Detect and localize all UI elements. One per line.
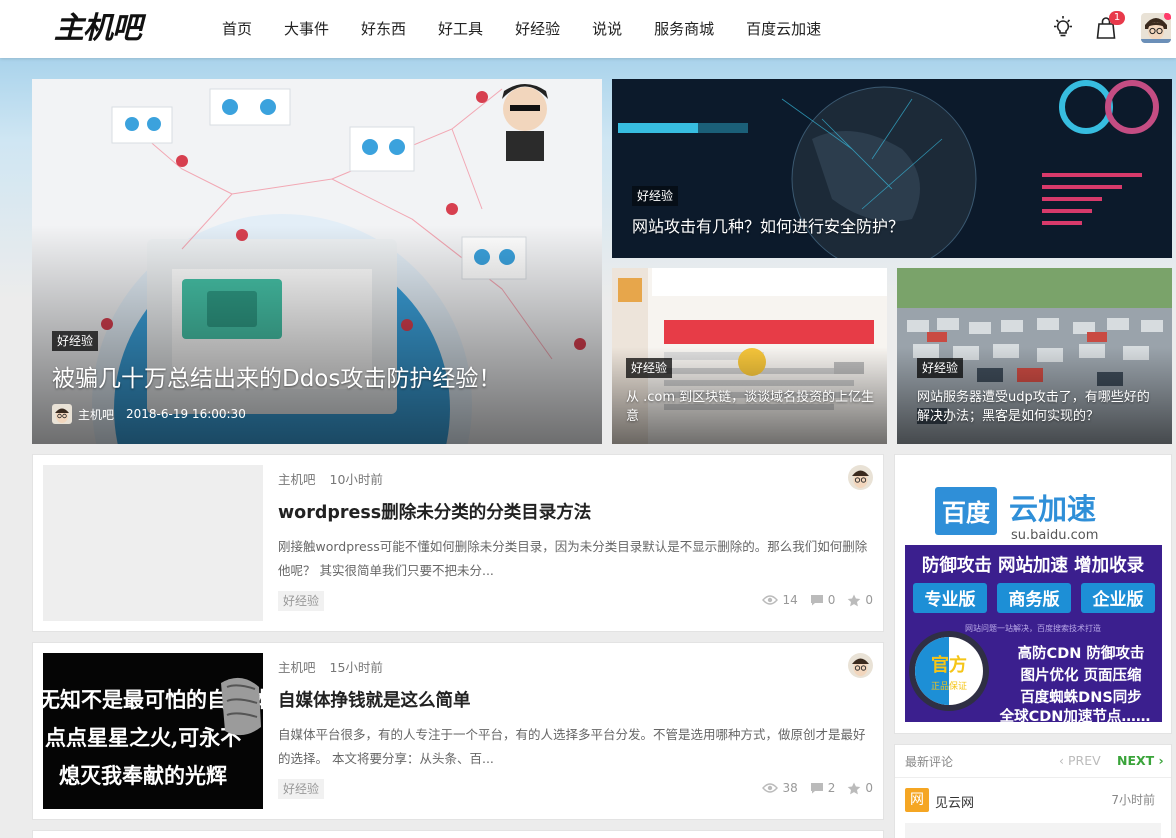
hero-bottom-right-title[interactable]: 网站服务器遭受udp攻击了，有哪些好的解决办法；黑客是如何实现的？: [917, 388, 1157, 426]
lightbulb-icon[interactable]: [1049, 14, 1077, 42]
widget-title: 最新评论: [905, 755, 954, 769]
ad-edition-pro: 专业版: [925, 589, 976, 610]
baidu-cdn-ad[interactable]: 百度 云加速 su.baidu.com 防御攻击 网站加速 增加收录 专业版 商…: [894, 454, 1172, 734]
post-meta: 主机吧 10小时前: [278, 469, 393, 488]
divider: [895, 777, 1171, 778]
author-avatar: [52, 404, 72, 424]
ad-brand-left: 百度: [942, 499, 991, 527]
views-count: 14: [782, 593, 798, 607]
post-author[interactable]: 主机吧: [278, 472, 316, 487]
post-tag[interactable]: 好经验: [278, 591, 325, 611]
nav-item-home[interactable]: 首页: [206, 0, 268, 58]
ad-graphic: 百度 云加速 su.baidu.com 防御攻击 网站加速 增加收录 专业版 商…: [905, 465, 1162, 722]
hero-bottom-mid-title[interactable]: 从 .com 到区块链，谈谈域名投资的上亿生意: [626, 388, 876, 426]
nav-item-talk[interactable]: 说说: [576, 0, 638, 58]
ad-brand-right: 云加速: [1009, 492, 1096, 526]
eye-icon: [762, 783, 779, 793]
hero-main-datetime: 2018-6-19 16:00:30: [126, 407, 246, 421]
post-tag[interactable]: 好经验: [278, 779, 325, 799]
views-count: 38: [782, 781, 798, 795]
post-thumbnail-placeholder[interactable]: [43, 465, 263, 621]
commenter-logo: 网: [905, 788, 929, 812]
hero-main-tag[interactable]: 好经验: [52, 331, 99, 351]
ad-feature: 图片优化 页面压缩: [1020, 666, 1142, 684]
post-card: 无知不是最可怕的自媒体人 点点星星之火,可永不 熄灭我奉献的光辉 主机吧 15小…: [32, 642, 884, 820]
post-excerpt: 自媒体平台很多，有的人专注于一个平台，有的人选择多平台分发。不管是选用哪种方式，…: [278, 727, 866, 766]
post-card-partial: [32, 830, 884, 838]
hero-bottom-right-tag[interactable]: 好经验: [917, 358, 964, 378]
hero-main-title[interactable]: 被骗几十万总结出来的Ddos攻击防护经验！: [52, 363, 501, 395]
post-excerpt: 刚接触wordpress可能不懂如何删除未分类目录，因为未分类目录默认是不显示删…: [278, 539, 868, 578]
eye-icon: [762, 595, 779, 605]
hero-top-right-tag[interactable]: 好经验: [632, 186, 679, 206]
likes-count: 0: [865, 593, 873, 607]
comment-icon: [810, 783, 823, 794]
notification-dot: [1164, 13, 1171, 20]
nav-item-experience[interactable]: 好经验: [499, 0, 576, 58]
hero-top-right-card[interactable]: 好经验 网站攻击有几种？如何进行安全防护？: [612, 79, 1172, 258]
site-header: 主机吧 首页 大事件 好东西 好工具 好经验 说说 服务商城 百度云加速 1: [0, 0, 1176, 58]
ad-badge-bottom: 正品保证: [931, 680, 967, 692]
next-button[interactable]: NEXT ›: [1117, 753, 1164, 768]
likes-stat[interactable]: 0: [847, 593, 873, 607]
likes-count: 0: [865, 781, 873, 795]
user-avatar[interactable]: [1141, 13, 1171, 43]
post-author[interactable]: 主机吧: [278, 660, 316, 675]
ad-feature: 全球CDN加速节点……: [999, 707, 1151, 722]
hero-main-card[interactable]: 好经验 被骗几十万总结出来的Ddos攻击防护经验！ 主机吧 2018-6-19 …: [32, 79, 602, 444]
post-meta: 主机吧 15小时前: [278, 657, 393, 676]
ad-edition-business: 商务版: [1009, 589, 1060, 610]
comment-bubble[interactable]: [905, 823, 1161, 838]
post-author-avatar[interactable]: [848, 653, 873, 678]
views-stat: 14: [762, 593, 798, 607]
post-stats: 38 2 0: [750, 781, 873, 795]
site-logo[interactable]: 主机吧: [54, 8, 164, 50]
post-time: 15小时前: [329, 660, 383, 675]
thumbnail-line: 熄灭我奉献的光辉: [59, 763, 227, 788]
main-nav: 首页 大事件 好东西 好工具 好经验 说说 服务商城 百度云加速: [206, 0, 837, 58]
comments-stat[interactable]: 2: [810, 781, 836, 795]
latest-comments-widget: 最新评论 ‹ PREV NEXT › 网 见云网 7小时前: [894, 744, 1172, 838]
post-time: 10小时前: [329, 472, 383, 487]
post-card: 主机吧 10小时前 wordpress删除未分类的分类目录方法 刚接触wordp…: [32, 454, 884, 632]
post-stats: 14 0 0: [750, 593, 873, 607]
hero-top-right-title[interactable]: 网站攻击有几种？如何进行安全防护？: [632, 215, 904, 239]
likes-stat[interactable]: 0: [847, 781, 873, 795]
hero-bottom-mid-card[interactable]: 好经验 从 .com 到区块链，谈谈域名投资的上亿生意: [612, 268, 887, 444]
ad-edition-enterprise: 企业版: [1092, 589, 1144, 610]
ad-banner: 百度 云加速 su.baidu.com 防御攻击 网站加速 增加收录 专业版 商…: [905, 465, 1162, 722]
post-thumbnail[interactable]: 无知不是最可怕的自媒体人 点点星星之火,可永不 熄灭我奉献的光辉: [43, 653, 263, 809]
hero-main-meta: 主机吧 2018-6-19 16:00:30: [52, 403, 246, 425]
cart-count-badge: 1: [1109, 11, 1125, 25]
hero-bottom-mid-tag[interactable]: 好经验: [626, 358, 673, 378]
comments-stat[interactable]: 0: [810, 593, 836, 607]
post-title[interactable]: wordpress删除未分类的分类目录方法: [278, 499, 591, 524]
ad-headline: 防御攻击 网站加速 增加收录: [922, 555, 1145, 576]
comment-icon: [810, 595, 823, 606]
comments-count: 0: [827, 593, 836, 607]
ad-feature: 高防CDN 防御攻击: [1018, 644, 1145, 662]
comments-count: 2: [827, 781, 836, 795]
post-author-avatar[interactable]: [848, 465, 873, 490]
views-stat: 38: [762, 781, 798, 795]
nav-item-shop[interactable]: 服务商城: [638, 0, 730, 58]
hero-bottom-right-card[interactable]: 好经验 网站服务器遭受udp攻击了，有哪些好的解决办法；黑客是如何实现的？: [897, 268, 1172, 444]
hero-main-author[interactable]: 主机吧: [78, 406, 114, 423]
ad-badge-top: 官方: [931, 654, 967, 676]
nav-item-tools[interactable]: 好工具: [422, 0, 499, 58]
prev-button[interactable]: ‹ PREV: [1059, 753, 1101, 768]
star-icon: [848, 594, 861, 606]
nav-item-events[interactable]: 大事件: [268, 0, 345, 58]
ad-feature: 百度蜘蛛DNS同步: [1020, 688, 1142, 706]
comment-time: 7小时前: [1111, 793, 1155, 807]
commenter-name[interactable]: 见云网: [935, 792, 974, 811]
star-icon: [848, 782, 861, 794]
post-title[interactable]: 自媒体挣钱就是这么简单: [278, 687, 471, 712]
fist-graphic: [221, 677, 261, 736]
ad-slogan: 网站问题一站解决，百度搜索技术打造: [965, 623, 1101, 633]
nav-item-goods[interactable]: 好东西: [345, 0, 422, 58]
ad-domain: su.baidu.com: [1011, 528, 1098, 543]
nav-item-baidu-cdn[interactable]: 百度云加速: [730, 0, 837, 58]
